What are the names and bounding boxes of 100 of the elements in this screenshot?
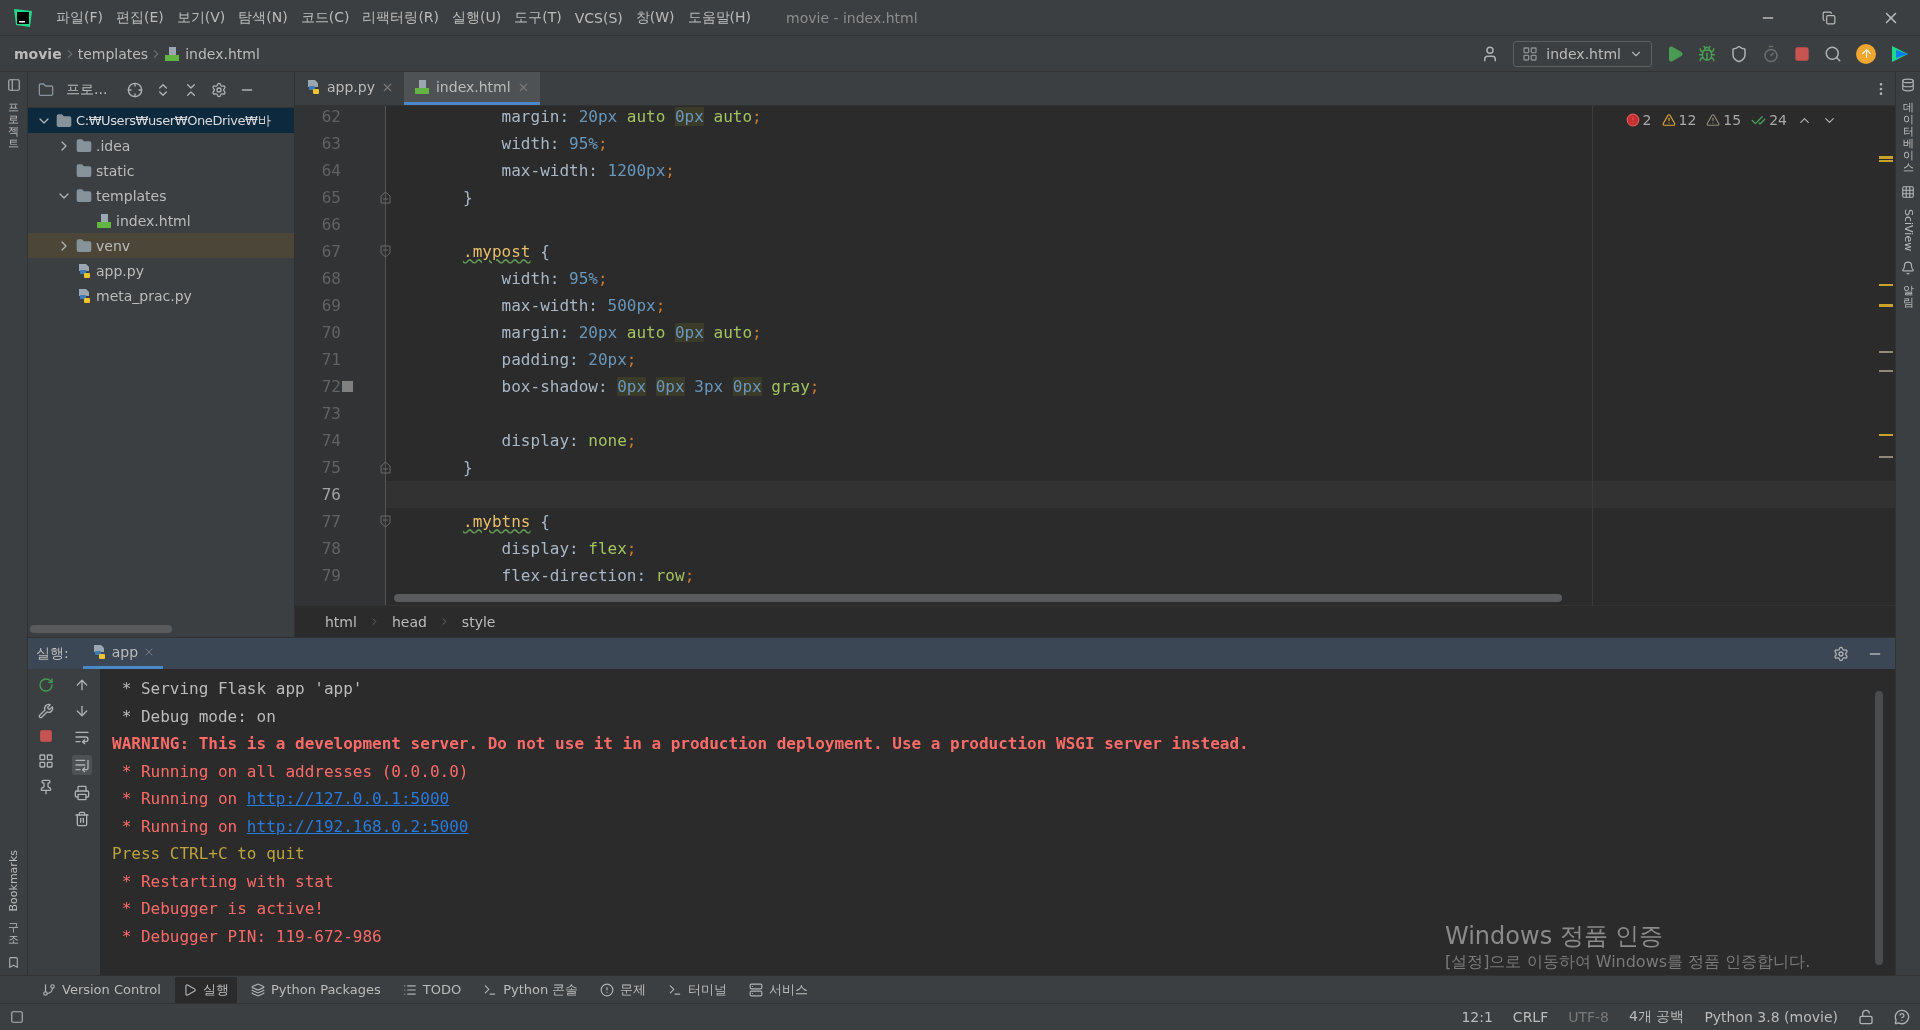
menu-item[interactable]: 도움말(H) — [682, 3, 756, 32]
settings-icon[interactable] — [211, 81, 228, 98]
status-item[interactable]: 12:1 — [1461, 1009, 1493, 1025]
code-line: display: flex; — [501, 539, 637, 558]
branch-icon — [42, 982, 56, 997]
side-tab[interactable]: 프로젝트 — [8, 102, 19, 151]
console-link[interactable]: http://127.0.0.1:5000 — [246, 789, 450, 809]
code-line: } — [463, 188, 473, 207]
play-icon[interactable] — [1666, 44, 1684, 63]
search-icon[interactable] — [1824, 44, 1842, 63]
warning-icon[interactable] — [1706, 113, 1721, 127]
tree-row[interactable]: venv — [28, 233, 294, 258]
menu-item[interactable]: 실행(U) — [447, 3, 507, 32]
status-item[interactable]: CRLF — [1512, 1009, 1549, 1025]
menu-item[interactable]: 창(W) — [630, 3, 680, 32]
html-file-icon — [164, 45, 181, 62]
breadcrumb-item[interactable]: movie — [14, 45, 62, 62]
console-line: * Debugger is active! — [120, 898, 324, 921]
locate-icon[interactable] — [127, 81, 144, 98]
layout-icon[interactable] — [10, 1010, 24, 1024]
wrap-icon[interactable] — [73, 729, 90, 745]
database-icon[interactable] — [1901, 78, 1915, 92]
menu-item[interactable]: 도구(T) — [509, 3, 567, 32]
editor-tab[interactable]: index.html — [404, 72, 540, 105]
update-icon[interactable] — [1856, 43, 1876, 64]
shield-icon[interactable] — [1730, 44, 1748, 63]
breadcrumb-item[interactable]: templates — [77, 45, 149, 62]
menu-item[interactable]: 파일(F) — [51, 3, 108, 32]
tool-window-button[interactable]: 터미널 — [660, 976, 736, 1003]
tree-row[interactable]: static — [28, 158, 294, 183]
code-line: box-shadow: 0px 0px 3px 0px gray; — [501, 377, 820, 396]
console-line: * Restarting with stat — [120, 870, 334, 893]
tool-window-button[interactable]: 실행 — [174, 976, 237, 1003]
trash-icon[interactable] — [73, 811, 90, 827]
list-icon — [402, 982, 417, 997]
tool-window-button[interactable]: TODO — [394, 976, 470, 1003]
stop-icon[interactable] — [39, 729, 53, 743]
scroll-to-end-icon[interactable] — [73, 757, 90, 773]
code-line: max-width: 500px; — [501, 296, 666, 315]
side-tab[interactable]: 알림 — [1902, 284, 1914, 309]
python-file-icon — [76, 262, 92, 279]
panel-title[interactable]: 프로... — [66, 80, 108, 99]
editor-tab[interactable]: app.py — [295, 72, 404, 105]
breadcrumb-item[interactable]: style — [461, 613, 496, 630]
folder-name: templates — [96, 187, 167, 204]
tree-row[interactable]: app.py — [28, 258, 294, 283]
scrollbar[interactable] — [394, 594, 1562, 602]
scrollbar[interactable] — [1875, 691, 1883, 965]
print-icon[interactable] — [73, 785, 90, 801]
status-item[interactable]: 4개 공백 — [1629, 1008, 1685, 1026]
config-icon — [1522, 45, 1539, 62]
scrollbar[interactable] — [30, 625, 172, 633]
menu-item[interactable]: 리팩터링(R) — [357, 3, 445, 32]
warning-icon[interactable] — [1661, 113, 1676, 127]
tool-window-button[interactable]: Python Packages — [242, 976, 389, 1003]
run-config-dropdown[interactable]: index.html — [1513, 40, 1652, 67]
status-item[interactable]: Python 3.8 (movie) — [1704, 1009, 1838, 1025]
menu-item[interactable]: 탐색(N) — [233, 3, 293, 32]
tool-window-button[interactable]: 문제 — [592, 976, 655, 1003]
bug-icon[interactable] — [1698, 44, 1716, 63]
error-count: 2 — [1642, 112, 1652, 128]
menu-item[interactable]: 보기(V) — [171, 3, 231, 32]
console-line: Press CTRL+C to quit — [112, 843, 305, 866]
pin-icon[interactable] — [38, 779, 54, 795]
tool-window-button[interactable]: Python 콘솔 — [475, 976, 587, 1003]
menu-item[interactable]: 코드(C) — [295, 3, 355, 32]
breadcrumb-item[interactable]: index.html — [185, 45, 260, 62]
bookmark-icon[interactable] — [7, 956, 20, 969]
tool-window-button[interactable]: 서비스 — [741, 976, 817, 1003]
restore-icon[interactable] — [1822, 10, 1836, 25]
side-tab[interactable]: 구조 — [8, 921, 19, 946]
tool-window-button[interactable]: Version Control — [34, 976, 169, 1003]
settings-icon[interactable] — [1833, 645, 1849, 662]
tree-row[interactable]: meta_prac.py — [28, 283, 294, 308]
side-tab[interactable]: SciView — [1901, 208, 1915, 251]
stop-icon[interactable] — [1794, 45, 1810, 62]
tree-row[interactable]: C:₩Users₩user₩OneDrive₩바 — [28, 108, 294, 133]
python-file-icon — [305, 79, 321, 95]
menu-item[interactable]: 편집(E) — [111, 3, 169, 32]
grid-icon[interactable] — [1901, 184, 1915, 199]
rerun-icon[interactable] — [38, 677, 54, 693]
unlock-icon[interactable] — [1858, 1009, 1874, 1025]
breadcrumb-item[interactable]: html — [325, 613, 357, 630]
breadcrumb-item[interactable]: head — [391, 613, 427, 630]
side-tab[interactable]: 데이터베이스 — [1902, 102, 1914, 175]
wrench-icon[interactable] — [38, 703, 54, 719]
activation-title: Windows 정품 인증 — [1445, 921, 1665, 952]
help-icon[interactable] — [1894, 1009, 1910, 1025]
side-tab[interactable]: Bookmarks — [7, 850, 20, 912]
layout-icon[interactable] — [38, 753, 54, 769]
tree-row[interactable]: index.html — [28, 208, 294, 233]
folder-name: static — [96, 162, 135, 179]
error-icon[interactable] — [1625, 113, 1640, 127]
menu-item[interactable]: VCS(S) — [569, 3, 628, 32]
bell-icon[interactable] — [1901, 260, 1915, 275]
toolbox-icon[interactable] — [1890, 43, 1910, 64]
tree-row[interactable]: .idea — [28, 133, 294, 158]
code-line: padding: 20px; — [501, 350, 637, 369]
tree-row[interactable]: templates — [28, 183, 294, 208]
console-link[interactable]: http://192.168.0.2:5000 — [246, 816, 469, 836]
